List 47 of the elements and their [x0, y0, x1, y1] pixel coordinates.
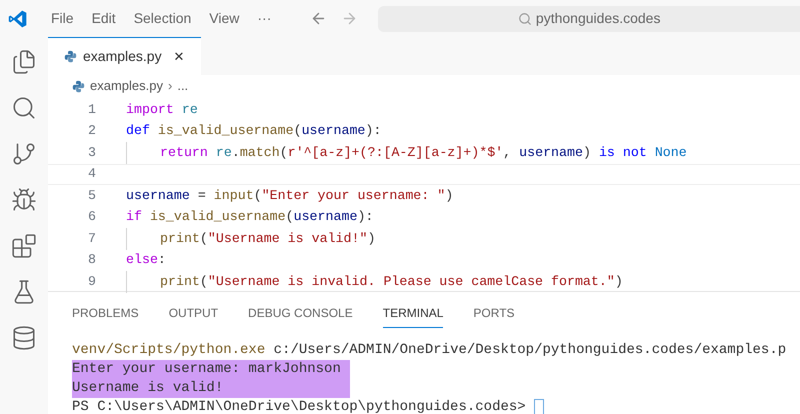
line-number: 9	[87, 272, 96, 291]
debug-icon[interactable]	[11, 187, 37, 213]
code-line: else:	[126, 251, 166, 270]
python-file-icon	[72, 80, 85, 92]
line-number: 6	[87, 208, 96, 226]
line-number: 5	[87, 186, 96, 205]
code-line: import re	[126, 100, 198, 119]
panel-tab[interactable]: OUTPUT	[168, 304, 218, 328]
python-file-icon	[64, 50, 77, 63]
code-line: print("Username is valid!")	[126, 228, 376, 250]
extensions-icon[interactable]	[11, 233, 37, 259]
source-control-icon[interactable]	[11, 141, 37, 167]
breadcrumb-separator: ›	[168, 77, 172, 96]
line-number: 7	[87, 230, 96, 248]
panel-tab[interactable]: PORTS	[473, 304, 515, 328]
terminal-line: venv/Scripts/python.exe c:/Users/ADMIN/OneDrive/Desktop/pythonguides.codes/examples.p	[72, 341, 786, 360]
menu-item[interactable]: View	[200, 8, 248, 29]
line-number: 1	[87, 100, 96, 119]
terminal-line: PS C:\Users\ADMIN\OneDrive\Desktop\pythonguides.codes>	[72, 398, 526, 414]
search-icon[interactable]	[11, 95, 37, 121]
files-icon[interactable]	[11, 49, 37, 75]
search-text: pythonguides.codes	[536, 9, 660, 28]
code-line: def is_valid_username(username):	[126, 122, 382, 140]
code-line: print("Username is invalid. Please use camelCase format.")	[126, 271, 623, 292]
close-tab-button[interactable]: ✕	[174, 46, 185, 66]
editor-tab[interactable]: examples.py ✕	[48, 37, 201, 75]
code-line: return re.match(r'^[a-z]+(?:[A-Z][a-z]+)*$', username) is not None	[126, 142, 687, 164]
menu-item[interactable]: Selection	[124, 8, 200, 29]
panel-tab[interactable]: TERMINAL	[382, 304, 444, 328]
search-icon	[518, 12, 532, 26]
search-field[interactable]: pythonguides.codes	[378, 6, 800, 32]
line-number: 4	[87, 165, 96, 184]
logo-icon	[8, 8, 28, 28]
line-number: 3	[87, 144, 96, 162]
line-number: 2	[87, 122, 96, 140]
menu-item[interactable]: File	[42, 8, 83, 29]
panel-tab[interactable]: DEBUG CONSOLE	[248, 304, 353, 328]
panel-tab[interactable]: PROBLEMS	[72, 304, 139, 328]
breadcrumb-item[interactable]: ...	[177, 76, 188, 96]
menu-item[interactable]: ···	[248, 8, 280, 29]
tab-label: examples.py	[83, 47, 162, 66]
breadcrumb-item[interactable]: examples.py	[90, 76, 163, 96]
code-line: if is_valid_username(username):	[126, 208, 374, 226]
menu-item[interactable]: Edit	[82, 8, 125, 29]
line-number: 8	[87, 251, 96, 270]
database-icon[interactable]	[11, 325, 37, 351]
code-line: username = input("Enter your username: ")	[126, 186, 454, 205]
